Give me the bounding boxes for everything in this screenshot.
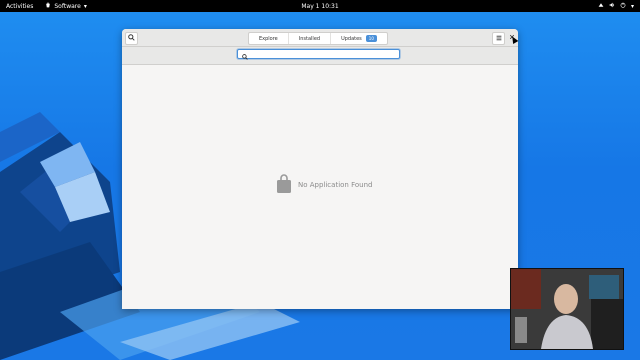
chevron-down-icon: ▾ <box>630 2 634 10</box>
activities-button[interactable]: Activities <box>6 3 33 10</box>
header-bar: Explore Installed Updates 10 <box>122 29 518 47</box>
search-bar <box>122 47 518 65</box>
search-icon <box>242 45 248 64</box>
software-window: Explore Installed Updates 10 No Applicat… <box>122 29 518 309</box>
webcam-image <box>511 269 623 349</box>
search-icon <box>128 34 135 43</box>
app-menu-label: Software <box>54 2 81 10</box>
tab-explore-label: Explore <box>259 35 278 42</box>
search-toggle-button[interactable] <box>125 32 138 45</box>
power-icon <box>620 2 626 10</box>
tab-updates-label: Updates <box>341 35 362 42</box>
search-entry[interactable] <box>237 49 400 60</box>
tab-explore[interactable]: Explore <box>249 33 288 44</box>
chevron-down-icon: ▾ <box>83 2 87 10</box>
top-bar: Activities Software ▾ May 1 10:31 ▾ <box>0 0 640 12</box>
clock[interactable]: May 1 10:31 <box>301 3 338 10</box>
shopping-bag-icon <box>276 174 292 196</box>
tab-installed-label: Installed <box>298 35 321 42</box>
tab-updates[interactable]: Updates 10 <box>330 33 387 44</box>
network-icon <box>598 2 604 10</box>
empty-state-message: No Application Found <box>298 181 373 189</box>
volume-icon <box>609 2 615 10</box>
hamburger-menu-icon <box>496 35 502 43</box>
software-app-icon <box>45 2 51 10</box>
tab-installed[interactable]: Installed <box>287 33 330 44</box>
view-switcher: Explore Installed Updates 10 <box>248 32 388 45</box>
system-status-area[interactable]: ▾ <box>598 2 634 10</box>
empty-state: No Application Found <box>276 174 372 196</box>
webcam-overlay <box>510 268 624 350</box>
menu-button[interactable] <box>492 32 505 45</box>
updates-count-badge: 10 <box>365 35 377 42</box>
app-menu-button[interactable]: Software ▾ <box>45 2 87 10</box>
search-input[interactable] <box>251 51 399 57</box>
